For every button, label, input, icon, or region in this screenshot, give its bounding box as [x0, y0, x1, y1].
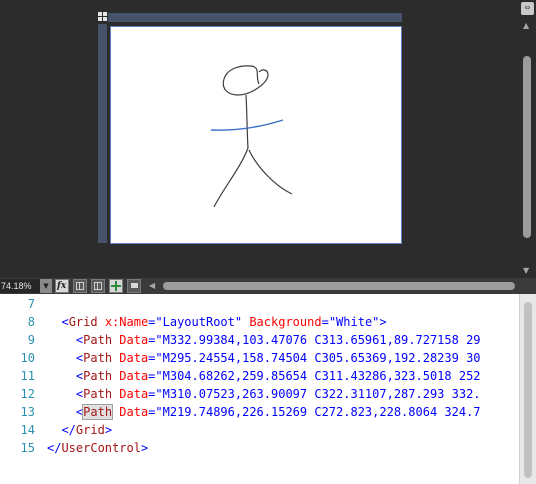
- show-grid-button[interactable]: [73, 279, 87, 293]
- xaml-code-editor[interactable]: 78 <Grid x:Name="LayoutRoot" Background=…: [0, 294, 536, 484]
- line-number: 11: [20, 369, 35, 383]
- design-surface[interactable]: ⇔ ▲ ▼: [0, 0, 536, 278]
- effects-toggle-button[interactable]: fx: [55, 279, 69, 293]
- code-token: "M310.07523,263.90097 C322.31107,287.293…: [155, 387, 481, 401]
- artboard[interactable]: [110, 26, 402, 244]
- code-line[interactable]: 11 <Path Data="M304.68262,259.85654 C311…: [0, 367, 519, 385]
- line-number: 10: [20, 351, 35, 365]
- horizontal-ruler: [108, 13, 402, 22]
- zoom-dropdown-chevron-icon[interactable]: ▼: [40, 279, 52, 293]
- annotation-icon: [131, 283, 138, 288]
- code-token: =: [321, 315, 329, 329]
- code-token: Data: [112, 405, 149, 419]
- code-token: </: [61, 423, 76, 437]
- vertical-ruler: [98, 24, 107, 243]
- code-line[interactable]: 13 <Path Data="M219.74896,226.15269 C272…: [0, 403, 519, 421]
- annotations-button[interactable]: [127, 279, 141, 293]
- code-token: Data: [112, 387, 149, 401]
- code-token: </: [47, 441, 62, 455]
- scroll-down-arrow-icon[interactable]: ▼: [523, 267, 529, 275]
- design-horizontal-scrollbar[interactable]: ◀: [147, 278, 519, 294]
- split-view-icon[interactable]: [98, 12, 107, 21]
- code-text[interactable]: <Path Data="M332.99384,103.47076 C313.65…: [47, 331, 481, 349]
- expand-icon[interactable]: ⇔: [521, 2, 534, 15]
- code-line[interactable]: 9 <Path Data="M332.99384,103.47076 C313.…: [0, 331, 519, 349]
- editor-vertical-scrollbar[interactable]: [519, 294, 536, 484]
- snap-to-grid-icon: [94, 282, 102, 290]
- code-token: "M219.74896,226.15269 C272.823,228.8064 …: [155, 405, 481, 419]
- code-line[interactable]: 15 </UserControl>: [0, 439, 519, 457]
- code-token: Path: [83, 351, 113, 365]
- code-line[interactable]: 10 <Path Data="M295.24554,158.74504 C305…: [0, 349, 519, 367]
- code-token: x:Name: [97, 315, 149, 329]
- code-token: Path: [83, 387, 113, 401]
- code-text[interactable]: <Grid x:Name="LayoutRoot" Background="Wh…: [47, 313, 387, 331]
- code-token: >: [379, 315, 387, 329]
- code-text[interactable]: </Grid>: [47, 421, 112, 439]
- code-text[interactable]: <Path Data="M310.07523,263.90097 C322.31…: [47, 385, 481, 403]
- snap-lines-icon: [111, 281, 121, 291]
- scroll-thumb[interactable]: [163, 282, 515, 290]
- code-line[interactable]: 7: [0, 295, 519, 313]
- scroll-left-arrow-icon[interactable]: ◀: [149, 281, 155, 290]
- head-path[interactable]: [222, 65, 269, 96]
- stick-figure-drawing[interactable]: [111, 27, 401, 243]
- scroll-thumb[interactable]: [523, 56, 531, 238]
- line-number: 14: [20, 423, 35, 437]
- code-token: >: [104, 423, 113, 437]
- line-number: 9: [27, 333, 35, 347]
- effects-icon: fx: [57, 281, 67, 291]
- line-number: 7: [27, 297, 35, 311]
- code-token: <: [61, 315, 69, 329]
- code-token: Background: [242, 315, 322, 329]
- code-line[interactable]: 12 <Path Data="M310.07523,263.90097 C322…: [0, 385, 519, 403]
- code-text[interactable]: <Path Data="M304.68262,259.85654 C311.43…: [47, 367, 481, 385]
- code-token: Path: [83, 369, 113, 383]
- code-token: "M304.68262,259.85654 C311.43286,323.501…: [155, 369, 481, 383]
- code-line[interactable]: 8 <Grid x:Name="LayoutRoot" Background="…: [0, 313, 519, 331]
- grid-icon: [76, 282, 84, 290]
- code-token: "LayoutRoot": [155, 315, 243, 329]
- scroll-up-arrow-icon[interactable]: ▲: [523, 22, 529, 30]
- code-token: UserControl: [61, 441, 141, 455]
- code-token: "M332.99384,103.47076 C313.65961,89.7271…: [155, 333, 481, 347]
- code-token: Path: [82, 404, 114, 420]
- code-token: Data: [112, 369, 149, 383]
- code-text[interactable]: <Path Data="M219.74896,226.15269 C272.82…: [47, 403, 481, 421]
- snap-to-grid-button[interactable]: [91, 279, 105, 293]
- code-token: Grid: [75, 423, 105, 437]
- line-number: 8: [27, 315, 35, 329]
- design-vertical-scrollbar[interactable]: ⇔ ▲ ▼: [519, 0, 536, 278]
- left-leg-path[interactable]: [213, 147, 249, 208]
- code-line[interactable]: 14 </Grid>: [0, 421, 519, 439]
- zoom-level-field[interactable]: 74.18%: [0, 279, 40, 293]
- snap-lines-button[interactable]: [109, 279, 123, 293]
- code-text[interactable]: </UserControl>: [47, 439, 148, 457]
- design-toolbar: 74.18% ▼ fx ◀: [0, 278, 536, 294]
- code-text[interactable]: <Path Data="M295.24554,158.74504 C305.65…: [47, 349, 481, 367]
- body-path[interactable]: [245, 94, 249, 149]
- line-number: 12: [20, 387, 35, 401]
- code-token: >: [140, 441, 149, 455]
- line-number: 13: [20, 405, 35, 419]
- right-leg-path[interactable]: [248, 149, 293, 195]
- code-token: Data: [112, 351, 149, 365]
- scroll-thumb[interactable]: [524, 302, 532, 478]
- code-token: Path: [83, 333, 113, 347]
- code-token: "M295.24554,158.74504 C305.65369,192.282…: [155, 351, 481, 365]
- code-token: Grid: [68, 315, 98, 329]
- line-number: 15: [20, 441, 35, 455]
- code-token: Data: [112, 333, 149, 347]
- code-token: "White": [328, 315, 380, 329]
